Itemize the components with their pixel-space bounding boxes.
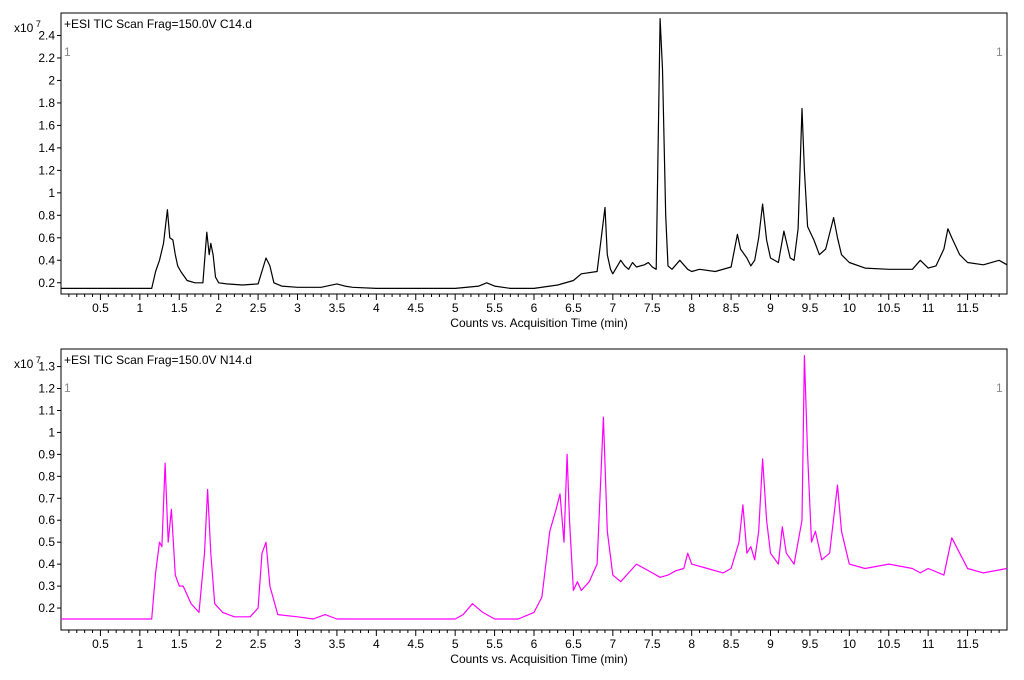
y-tick-label: 0.9 [38, 447, 55, 461]
x-tick-label: 1.5 [171, 637, 188, 651]
y-tick-label: 1.1 [38, 403, 55, 417]
plot-frame [60, 348, 1008, 631]
x-tick-label: 8.5 [723, 301, 740, 315]
x-tick-label: 8.5 [723, 637, 740, 651]
y-tick-label: 0.8 [38, 469, 55, 483]
x-tick-label: 1 [136, 301, 143, 315]
x-tick-label: 2.5 [250, 637, 267, 651]
x-tick-label: 11.5 [956, 301, 979, 315]
x-tick-label: 5.5 [486, 637, 503, 651]
x-tick-label: 10 [843, 637, 857, 651]
x-tick-label: 8 [688, 637, 695, 651]
x-tick-label: 11 [922, 301, 935, 315]
x-tick-label: 10 [843, 301, 857, 315]
x-tick-label: 11.5 [956, 637, 979, 651]
y-multiplier-base: x10 [14, 357, 34, 371]
x-tick-label: 6 [531, 301, 538, 315]
x-tick-label: 9.5 [802, 637, 819, 651]
x-axis-label: Counts vs. Acquisition Time (min) [450, 652, 627, 666]
x-tick-label: 7 [609, 637, 616, 651]
y-tick-label: 0.2 [38, 276, 55, 290]
x-tick-label: 6.5 [565, 637, 582, 651]
x-tick-label: 3 [294, 301, 301, 315]
x-tick-label: 3 [294, 637, 301, 651]
y-multiplier-base: x10 [14, 21, 34, 35]
x-tick-label: 9 [767, 301, 774, 315]
x-tick-label: 3.5 [329, 301, 346, 315]
x-tick-label: 2.5 [250, 301, 267, 315]
x-tick-label: 4.5 [407, 637, 424, 651]
chart-panel-1: x10 7 +ESI TIC Scan Frag=150.0V C14.d1 10.… [14, 12, 1008, 330]
x-tick-label: 6 [531, 637, 538, 651]
y-tick-label: 0.4 [38, 253, 55, 267]
x-tick-label: 10.5 [877, 301, 901, 315]
y-tick-label: 0.4 [38, 557, 55, 571]
x-tick-label: 4 [373, 637, 380, 651]
y-tick-label: 1.6 [38, 118, 55, 132]
x-tick-label: 9.5 [802, 301, 819, 315]
x-tick-label: 1.5 [171, 301, 188, 315]
x-tick-label: 7 [609, 301, 616, 315]
chart-title: +ESI TIC Scan Frag=150.0V C14.d [64, 17, 252, 31]
x-tick-label: 7.5 [644, 301, 661, 315]
x-tick-label: 6.5 [565, 301, 582, 315]
chart-title: +ESI TIC Scan Frag=150.0V N14.d [64, 353, 252, 367]
y-tick-label: 0.8 [38, 208, 55, 222]
y-tick-label: 1 [48, 186, 55, 200]
y-tick-label: 0.6 [38, 513, 55, 527]
y-tick-label: 1.4 [38, 141, 55, 155]
y-tick-label: 2.2 [38, 51, 55, 65]
x-tick-label: 3.5 [329, 637, 346, 651]
y-tick-label: 1.2 [38, 382, 55, 396]
x-tick-label: 10.5 [877, 637, 901, 651]
corner-label-right: 1 [996, 381, 1003, 395]
y-tick-label: 0.2 [38, 601, 55, 615]
x-tick-label: 5 [452, 301, 459, 315]
x-tick-label: 0.5 [92, 637, 109, 651]
x-tick-label: 11 [922, 637, 935, 651]
y-tick-label: 0.3 [38, 579, 55, 593]
x-tick-label: 4 [373, 301, 380, 315]
y-tick-label: 0.5 [38, 535, 55, 549]
x-tick-label: 8 [688, 301, 695, 315]
x-tick-label: 1 [136, 637, 143, 651]
x-tick-label: 5 [452, 637, 459, 651]
x-tick-label: 9 [767, 637, 774, 651]
y-tick-label: 1.3 [38, 360, 55, 374]
corner-label-left: 1 [64, 381, 71, 395]
y-tick-label: 0.7 [38, 491, 55, 505]
y-tick-label: 1.8 [38, 96, 55, 110]
y-tick-label: 2 [48, 73, 55, 87]
chart-panel-2: x10 7 +ESI TIC Scan Frag=150.0V N14.d1 10.… [14, 348, 1008, 666]
plot-frame [60, 12, 1008, 295]
x-tick-label: 2 [215, 301, 222, 315]
y-tick-label: 2.4 [38, 28, 55, 42]
y-tick-label: 1.2 [38, 163, 55, 177]
x-tick-label: 7.5 [644, 637, 661, 651]
x-tick-label: 5.5 [486, 301, 503, 315]
y-tick-label: 1 [48, 425, 55, 439]
y-tick-label: 0.6 [38, 231, 55, 245]
corner-label-left: 1 [64, 45, 71, 59]
chromatogram-figure: x10 7 +ESI TIC Scan Frag=150.0V C14.d1 10.… [0, 0, 1024, 680]
corner-label-right: 1 [996, 45, 1003, 59]
x-tick-label: 0.5 [92, 301, 109, 315]
x-tick-label: 4.5 [407, 301, 424, 315]
x-tick-label: 2 [215, 637, 222, 651]
x-axis-label: Counts vs. Acquisition Time (min) [450, 316, 627, 330]
